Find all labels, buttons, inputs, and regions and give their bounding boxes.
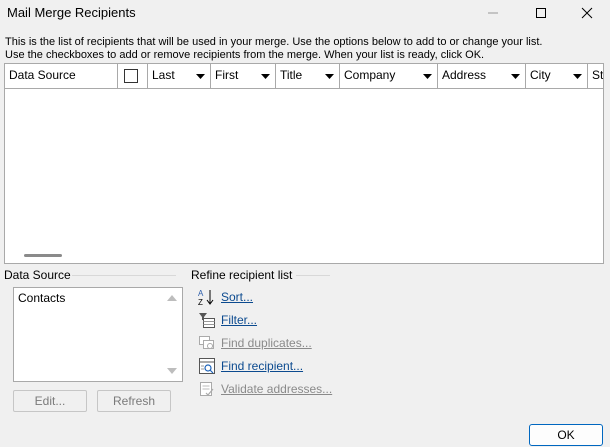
column-label: Title [280, 68, 303, 82]
sort-link[interactable]: A Z Sort... [198, 287, 253, 307]
column-label: Last [152, 68, 175, 82]
find-duplicates-link[interactable]: Find duplicates... [198, 333, 312, 353]
column-header-company[interactable]: Company [340, 64, 438, 88]
column-header-address[interactable]: Address [438, 64, 526, 88]
maximize-icon [536, 8, 546, 18]
sort-link-label[interactable]: Sort... [221, 290, 253, 304]
data-source-item[interactable]: Contacts [18, 291, 65, 305]
column-label: Sta [592, 68, 604, 82]
close-button[interactable] [564, 0, 610, 26]
sort-az-icon: A Z [198, 289, 214, 306]
column-header-title[interactable]: Title [276, 64, 340, 88]
column-header-checkbox[interactable] [118, 64, 148, 88]
find-recipient-link-label[interactable]: Find recipient... [221, 359, 303, 373]
find-recipient-link[interactable]: Find recipient... [198, 356, 303, 376]
column-header-city[interactable]: City [526, 64, 588, 88]
svg-text:Z: Z [198, 298, 203, 306]
filter-link-label[interactable]: Filter... [221, 313, 257, 327]
filter-link[interactable]: Filter... [198, 310, 257, 330]
grid-header: Data Source Last First Title Company Add… [5, 64, 603, 89]
instructions-line-1: This is the list of recipients that will… [5, 36, 543, 48]
find-duplicates-link-label[interactable]: Find duplicates... [221, 336, 312, 350]
chevron-down-icon [325, 74, 334, 79]
find-duplicates-icon [199, 336, 214, 349]
recipients-grid[interactable]: Data Source Last First Title Company Add… [4, 63, 604, 264]
column-header-first[interactable]: First [211, 64, 276, 88]
refresh-button[interactable]: Refresh [97, 390, 171, 412]
edit-button[interactable]: Edit... [13, 390, 87, 412]
instructions-line-2: Use the checkboxes to add or remove reci… [5, 49, 485, 61]
column-label: First [215, 68, 239, 82]
scroll-up-icon[interactable] [167, 294, 177, 302]
chevron-down-icon [573, 74, 582, 79]
close-icon [581, 7, 593, 19]
window-title: Mail Merge Recipients [7, 5, 136, 20]
filter-icon [199, 313, 215, 328]
scroll-down-icon[interactable] [167, 367, 177, 375]
instructions: This is the list of recipients that will… [5, 36, 605, 62]
chevron-down-icon [511, 74, 520, 79]
maximize-button[interactable] [518, 0, 564, 26]
validate-addresses-link[interactable]: Validate addresses... [198, 379, 332, 399]
horizontal-scrollbar[interactable] [24, 254, 62, 257]
edit-button-label: Edit... [34, 394, 66, 408]
minimize-icon [488, 12, 498, 14]
column-label: City [530, 68, 551, 82]
select-all-checkbox[interactable] [124, 69, 138, 83]
find-recipient-icon [199, 358, 215, 374]
svg-text:A: A [198, 289, 204, 298]
validate-addresses-icon [200, 382, 214, 396]
column-label: Data Source [9, 68, 76, 82]
data-source-list[interactable]: Contacts [13, 287, 183, 382]
divider [72, 275, 176, 276]
column-header-data-source[interactable]: Data Source [5, 64, 118, 88]
title-bar: Mail Merge Recipients [0, 0, 610, 26]
validate-addresses-link-label[interactable]: Validate addresses... [221, 382, 332, 396]
column-header-last[interactable]: Last [148, 64, 211, 88]
ok-button[interactable]: OK [529, 424, 603, 446]
minimize-button[interactable] [470, 0, 516, 26]
column-header-state[interactable]: Sta [588, 64, 604, 88]
chevron-down-icon [423, 74, 432, 79]
ok-button-label: OK [557, 428, 575, 442]
refresh-button-label: Refresh [112, 394, 156, 408]
divider [296, 275, 330, 276]
column-label: Company [344, 68, 396, 82]
data-source-label: Data Source [4, 268, 71, 282]
refine-recipient-list-label: Refine recipient list [191, 268, 293, 282]
chevron-down-icon [196, 74, 205, 79]
chevron-down-icon [261, 74, 270, 79]
column-label: Address [442, 68, 487, 82]
